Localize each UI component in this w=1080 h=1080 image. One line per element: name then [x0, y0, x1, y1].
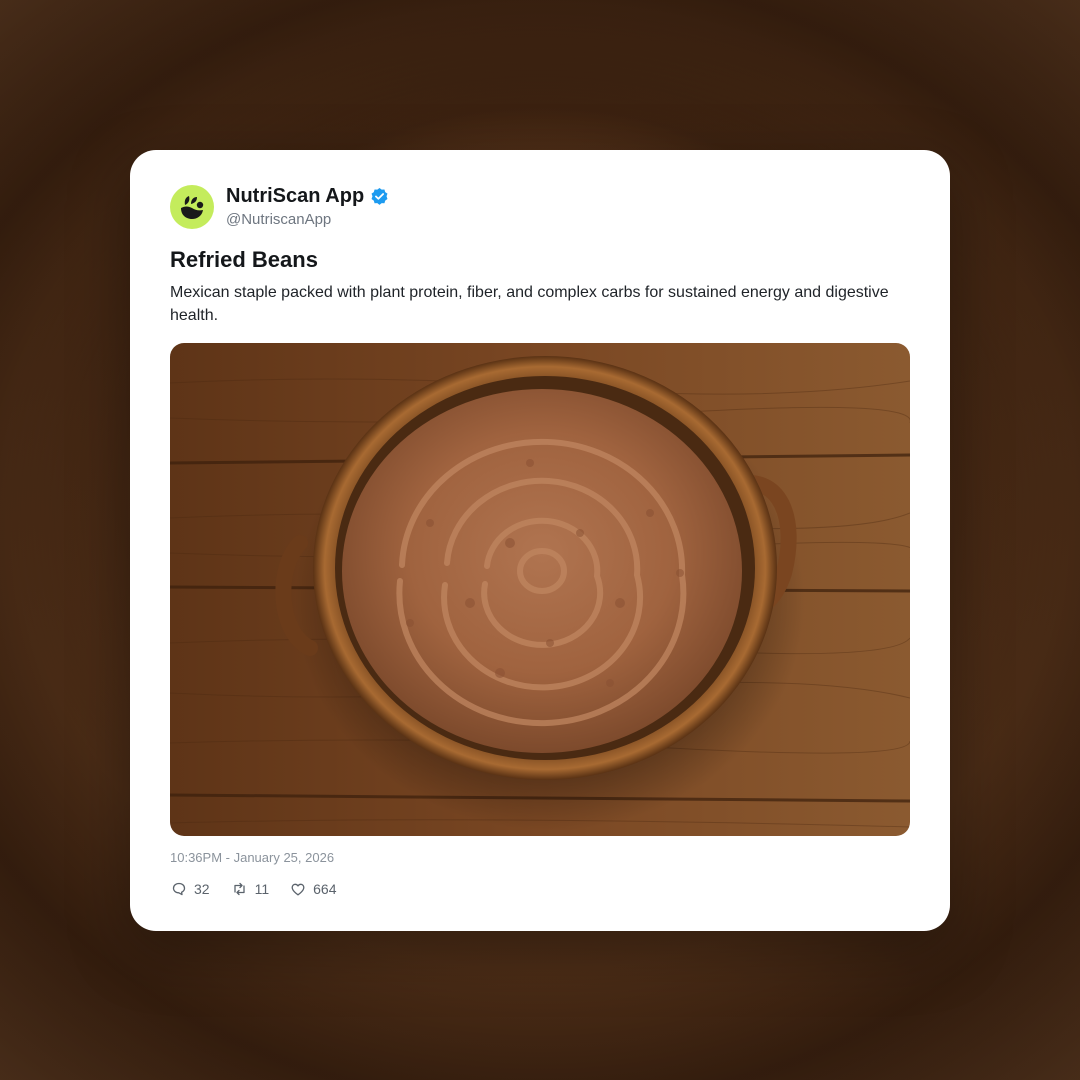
reply-button[interactable]: 32	[172, 881, 210, 897]
author-handle[interactable]: @NutriscanApp	[226, 211, 331, 228]
post-card: NutriScan App @NutriscanApp Refried Bean…	[130, 150, 950, 931]
verified-badge-icon	[371, 187, 388, 205]
post-description: Mexican staple packed with plant protein…	[170, 284, 889, 324]
retweet-count: 11	[254, 881, 270, 897]
like-button[interactable]: 664	[291, 881, 336, 897]
retweet-icon	[233, 882, 245, 896]
like-count: 664	[313, 881, 337, 897]
avatar[interactable]	[170, 185, 214, 229]
retweet-button[interactable]: 11	[232, 881, 270, 897]
reply-count: 32	[194, 881, 210, 897]
post-title: Refried Beans	[170, 247, 318, 272]
speech-bubble-icon	[172, 882, 186, 896]
leaf-logo-icon	[181, 196, 204, 219]
post-timestamp: 10:36PM - January 25, 2026	[170, 850, 335, 865]
post-image[interactable]	[170, 343, 910, 836]
heart-icon	[291, 883, 305, 895]
engagement-bar: 32 11 664	[172, 881, 358, 897]
author-name[interactable]: NutriScan App	[226, 185, 364, 208]
